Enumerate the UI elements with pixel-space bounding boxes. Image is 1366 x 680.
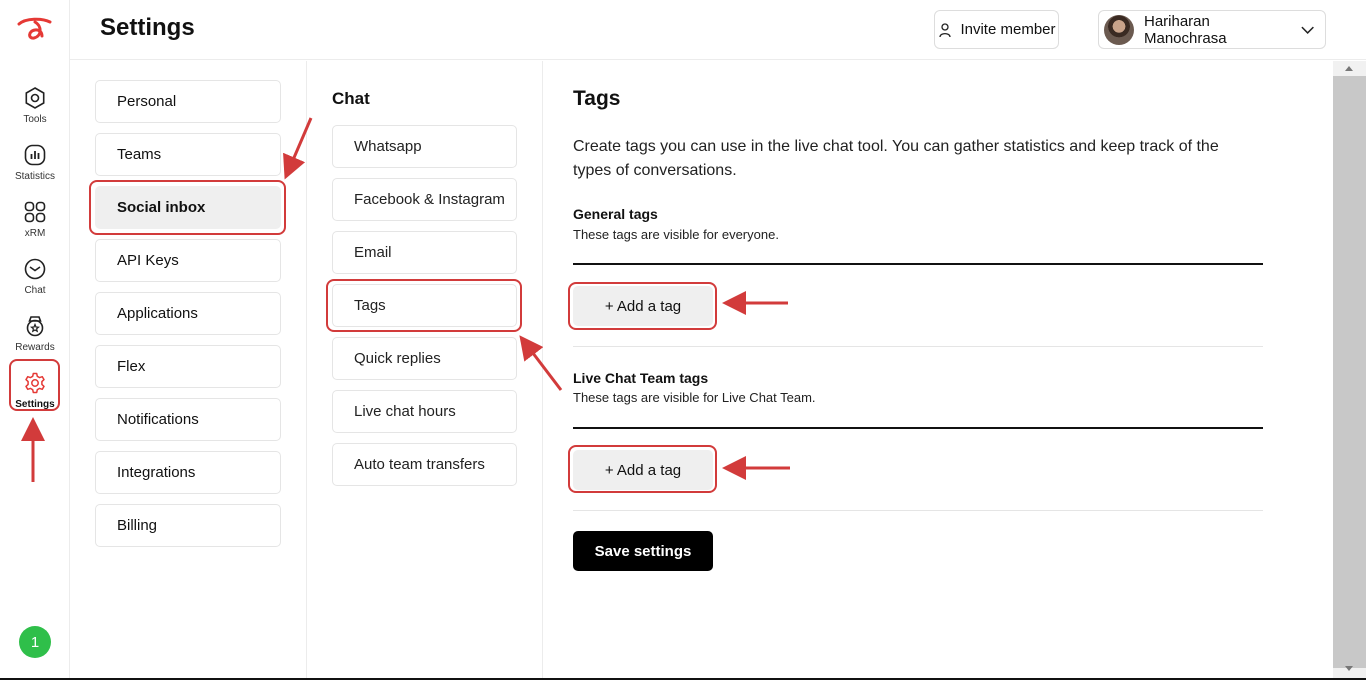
invite-member-button[interactable]: Invite member: [934, 10, 1059, 49]
user-menu-button[interactable]: Hariharan Manochrasa: [1098, 10, 1326, 49]
tags-description: Create tags you can use in the live chat…: [573, 138, 1219, 179]
avatar: [1104, 14, 1134, 45]
person-icon: [939, 22, 952, 37]
rail-item-chat[interactable]: Chat: [5, 251, 65, 303]
statistics-icon: [24, 144, 46, 166]
chat-icon: [24, 258, 46, 280]
tags-panel: Tags Create tags you can use in the live…: [543, 61, 1333, 680]
rail-label: Statistics: [14, 171, 55, 182]
general-tags-subtitle: These tags are visible for everyone.: [573, 227, 779, 242]
settings-menu-applications[interactable]: Applications: [95, 292, 281, 335]
rewards-icon: [26, 316, 44, 337]
rail-label: xRM: [24, 228, 46, 239]
app-rail: Tools Statistics xRM Chat Rewards Settin…: [0, 0, 70, 680]
rail-item-xrm[interactable]: xRM: [5, 194, 65, 246]
user-name: Hariharan Manochrasa: [1144, 12, 1227, 47]
rail-label: Chat: [24, 285, 46, 296]
settings-menu-personal[interactable]: Personal: [95, 80, 281, 123]
section-divider: [573, 346, 1263, 347]
rail-item-settings[interactable]: Settings: [5, 365, 65, 417]
save-settings-button[interactable]: Save settings: [573, 531, 713, 571]
top-header: Settings Invite member Hariharan Manochr…: [70, 0, 1366, 60]
chat-submenu-title: Chat: [332, 89, 370, 108]
rail-item-statistics[interactable]: Statistics: [5, 137, 65, 189]
scroll-up-arrow[interactable]: [1345, 66, 1353, 71]
tools-icon: [25, 87, 45, 109]
chevron-down-icon: [1301, 26, 1314, 34]
scrollbar-thumb[interactable]: [1333, 76, 1366, 668]
team-tags-title: Live Chat Team tags: [573, 370, 709, 386]
settings-menu-api-keys[interactable]: API Keys: [95, 239, 281, 282]
page-title: Settings: [100, 14, 195, 41]
chat-submenu-live-chat-hours[interactable]: Live chat hours: [332, 390, 517, 433]
chat-submenu-auto-team-transfers[interactable]: Auto team transfers: [332, 443, 517, 486]
chat-submenu-facebook-instagram[interactable]: Facebook & Instagram: [332, 178, 517, 221]
brand-logo[interactable]: [16, 14, 54, 44]
tags-title: Tags: [573, 87, 621, 110]
gear-icon: [25, 372, 45, 394]
settings-menu-integrations[interactable]: Integrations: [95, 451, 281, 494]
rail-item-tools[interactable]: Tools: [5, 80, 65, 132]
team-tags-subtitle: These tags are visible for Live Chat Tea…: [573, 390, 816, 405]
notification-badge[interactable]: 1: [19, 626, 51, 658]
settings-menu: Personal Teams Social inbox API Keys App…: [70, 61, 307, 680]
scroll-down-arrow[interactable]: [1345, 666, 1353, 671]
settings-menu-social-inbox[interactable]: Social inbox: [95, 186, 281, 229]
rail-item-rewards[interactable]: Rewards: [5, 308, 65, 360]
team-tags-divider: [573, 427, 1263, 429]
settings-menu-notifications[interactable]: Notifications: [95, 398, 281, 441]
settings-menu-teams[interactable]: Teams: [95, 133, 281, 176]
section-divider: [573, 510, 1263, 511]
chat-submenu-whatsapp[interactable]: Whatsapp: [332, 125, 517, 168]
settings-menu-billing[interactable]: Billing: [95, 504, 281, 547]
add-general-tag-button[interactable]: + Add a tag: [573, 286, 713, 326]
chat-submenu-tags[interactable]: Tags: [332, 284, 517, 327]
general-tags-title: General tags: [573, 206, 658, 222]
grid-icon: [24, 201, 46, 223]
general-tags-divider: [573, 263, 1263, 265]
scrollbar[interactable]: [1333, 61, 1366, 680]
rail-label: Rewards: [15, 342, 55, 353]
chat-submenu-email[interactable]: Email: [332, 231, 517, 274]
rail-label: Settings: [15, 399, 55, 410]
add-team-tag-button[interactable]: + Add a tag: [573, 450, 713, 490]
invite-member-label: Invite member: [960, 21, 1056, 38]
settings-menu-flex[interactable]: Flex: [95, 345, 281, 388]
chat-submenu-quick-replies[interactable]: Quick replies: [332, 337, 517, 380]
chat-submenu: Chat Whatsapp Facebook & Instagram Email…: [307, 61, 543, 680]
rail-label: Tools: [23, 114, 47, 125]
